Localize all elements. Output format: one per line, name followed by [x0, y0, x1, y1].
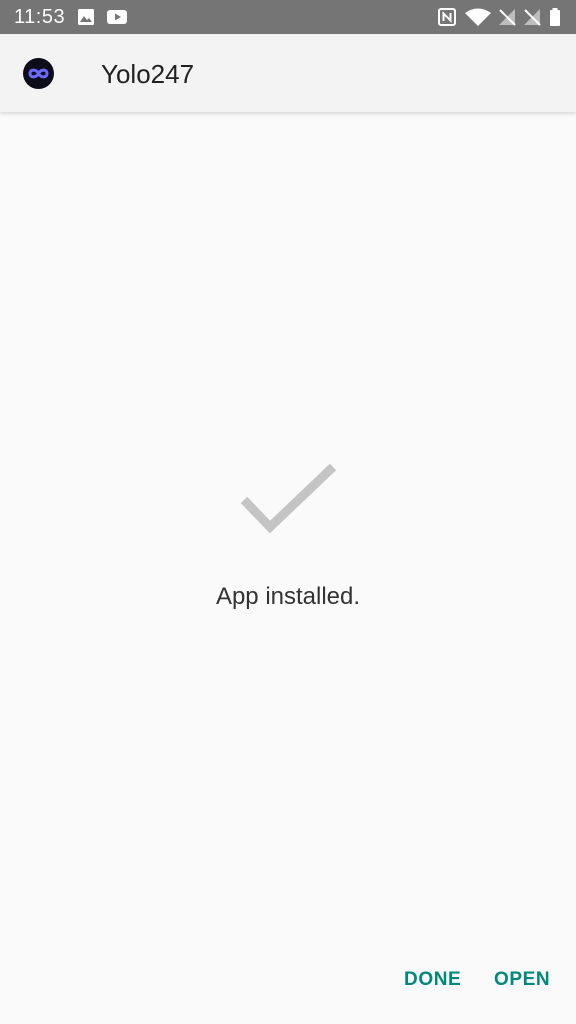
- wifi-icon: [464, 7, 492, 27]
- app-bar: Yolo247: [0, 34, 576, 112]
- infinity-icon: [23, 58, 54, 89]
- no-signal-icon: [497, 7, 517, 27]
- status-time: 11:53: [14, 6, 66, 28]
- install-status-message: App installed.: [215, 583, 361, 610]
- nfc-icon: [437, 7, 457, 27]
- app-title: Yolo247: [101, 59, 195, 89]
- open-button[interactable]: OPEN: [494, 966, 550, 994]
- youtube-icon: [106, 7, 128, 27]
- battery-icon: [548, 7, 562, 27]
- no-signal-icon: [522, 7, 542, 27]
- image-icon: [76, 7, 96, 27]
- checkmark-icon: [240, 462, 338, 536]
- done-button[interactable]: DONE: [404, 966, 461, 994]
- status-bar: 11:53: [0, 0, 576, 34]
